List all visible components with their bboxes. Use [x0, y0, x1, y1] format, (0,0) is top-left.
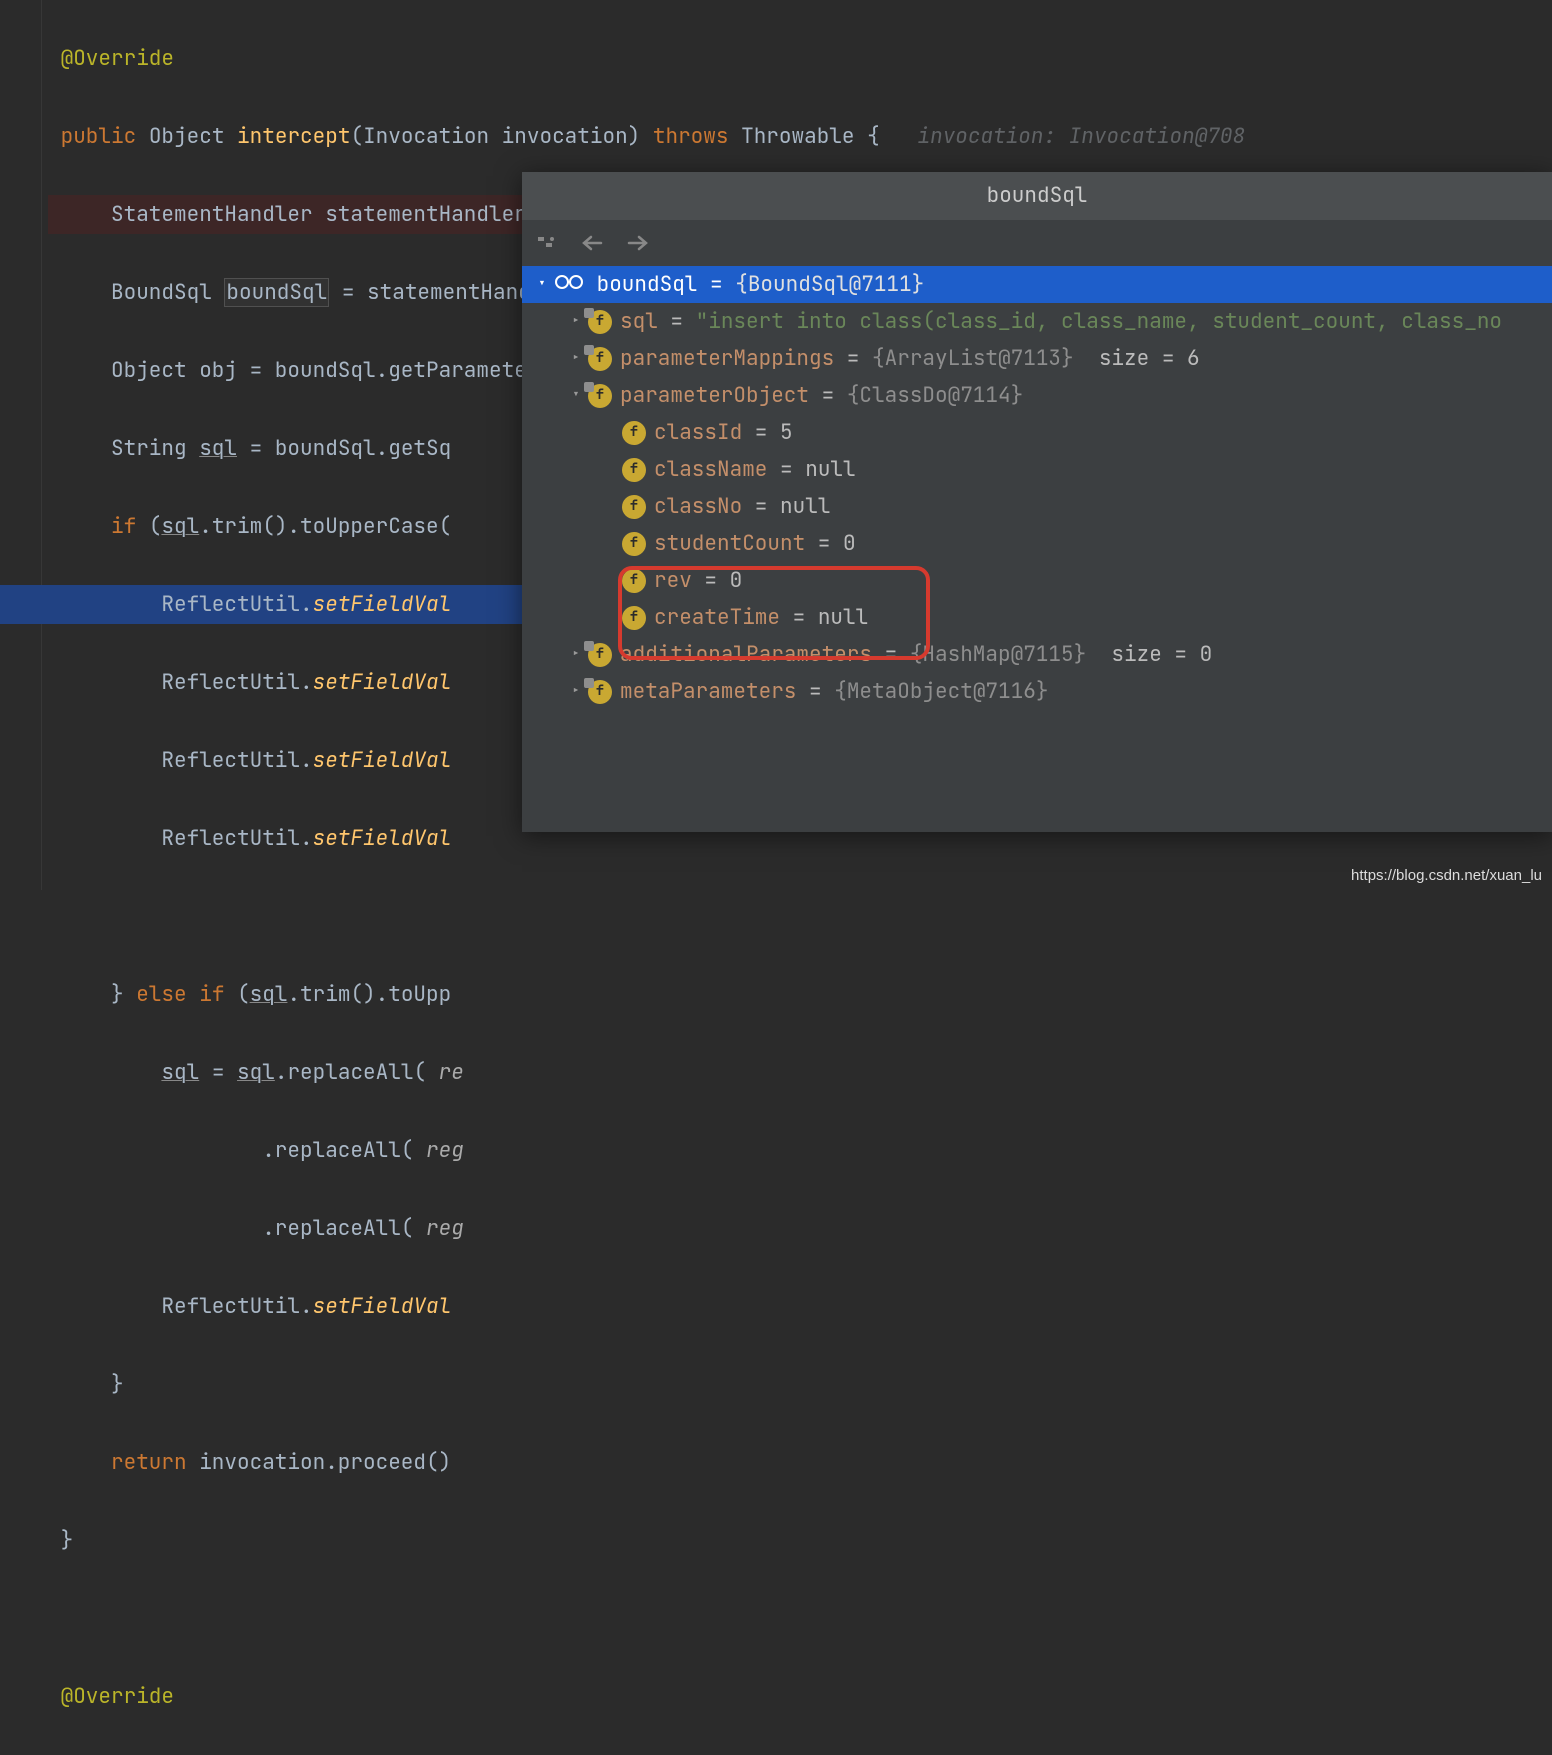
- code-line: } else if (sql.trim().toUpp: [48, 975, 1552, 1014]
- code-line: [48, 897, 1552, 936]
- code-line: [48, 1599, 1552, 1638]
- watch-icon: [554, 266, 584, 303]
- code-line: return invocation.proceed(): [48, 1443, 1552, 1482]
- code-line: sql = sql.replaceAll( re: [48, 1053, 1552, 1092]
- code-line: .replaceAll( reg: [48, 1209, 1552, 1248]
- tree-row-root[interactable]: ▾ boundSql = {BoundSql@7111}: [522, 266, 1552, 303]
- tree-row[interactable]: ▸ f parameterMappings = {ArrayList@7113}…: [522, 340, 1552, 377]
- code-line: @Override: [48, 1677, 1552, 1716]
- settings-icon[interactable]: [532, 229, 560, 257]
- tree-row[interactable]: ▸ f additionalParameters = {HashMap@7115…: [522, 636, 1552, 673]
- field-icon: f: [622, 495, 646, 519]
- tree-row[interactable]: ▸ f sql = "insert into class(class_id, c…: [522, 303, 1552, 340]
- code-line: @Override: [48, 39, 1552, 78]
- field-icon: f: [622, 421, 646, 445]
- forward-arrow-icon[interactable]: [624, 229, 652, 257]
- debugger-popup[interactable]: boundSql ▾ boundSql = {BoundSql@7111} ▸ …: [522, 172, 1552, 832]
- field-icon: f: [622, 532, 646, 556]
- debugger-title: boundSql: [522, 172, 1552, 220]
- variable-tree[interactable]: ▾ boundSql = {BoundSql@7111} ▸ f sql = "…: [522, 266, 1552, 710]
- tree-row[interactable]: ▸ f metaParameters = {MetaObject@7116}: [522, 673, 1552, 710]
- field-icon: f: [588, 643, 612, 667]
- code-line: .replaceAll( reg: [48, 1131, 1552, 1170]
- field-icon: f: [588, 680, 612, 704]
- code-line: ReflectUtil.setFieldVal: [48, 1287, 1552, 1326]
- tree-row[interactable]: f studentCount = 0: [522, 525, 1552, 562]
- tree-row[interactable]: f createTime = null: [522, 599, 1552, 636]
- code-line: }: [48, 1365, 1552, 1404]
- tree-row[interactable]: f classId = 5: [522, 414, 1552, 451]
- debugger-toolbar: [522, 220, 1552, 266]
- watermark-text: https://blog.csdn.net/xuan_lu: [1351, 867, 1542, 884]
- field-icon: f: [622, 569, 646, 593]
- tree-row[interactable]: f rev = 0: [522, 562, 1552, 599]
- field-icon: f: [588, 347, 612, 371]
- code-line: }: [48, 1521, 1552, 1560]
- chevron-down-icon[interactable]: ▾: [530, 266, 554, 303]
- code-line: public Object intercept(Invocation invoc…: [48, 117, 1552, 156]
- tree-row[interactable]: f className = null: [522, 451, 1552, 488]
- field-icon: f: [588, 384, 612, 408]
- back-arrow-icon[interactable]: [578, 229, 606, 257]
- field-icon: f: [622, 606, 646, 630]
- field-icon: f: [622, 458, 646, 482]
- tree-row[interactable]: f classNo = null: [522, 488, 1552, 525]
- tree-row[interactable]: ▾ f parameterObject = {ClassDo@7114}: [522, 377, 1552, 414]
- field-icon: f: [588, 310, 612, 334]
